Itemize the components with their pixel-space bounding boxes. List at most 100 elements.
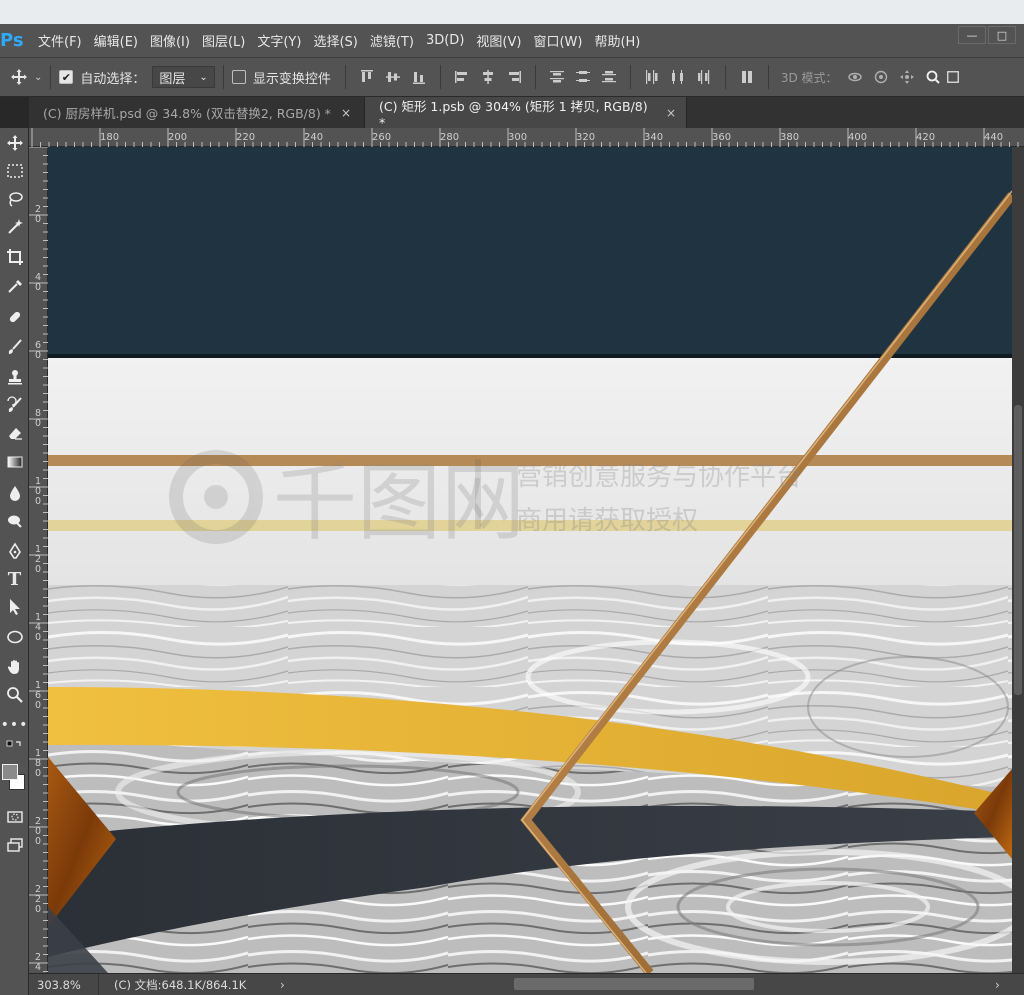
dodge-tool-icon[interactable] [0, 508, 29, 534]
ruler-label: 200 [168, 132, 188, 143]
ruler-label: 40 [34, 272, 42, 293]
menu-help[interactable]: 帮助(H) [588, 24, 646, 57]
workspace-icon[interactable] [946, 57, 960, 97]
align-hcenter-icon[interactable] [475, 57, 501, 97]
scroll-right-arrow[interactable]: › [995, 974, 1000, 995]
search-icon[interactable] [920, 57, 946, 97]
menu-window[interactable]: 窗口(W) [527, 24, 588, 57]
ruler-label: 140 [34, 612, 42, 643]
distribute-bottom-icon[interactable] [596, 57, 622, 97]
watermark-line1: 营销创意服务与协作平台 [516, 462, 802, 492]
ruler-label: 420 [916, 132, 936, 143]
zoom-level[interactable]: 303.8% [29, 974, 99, 995]
ruler-label: 300 [508, 132, 528, 143]
menu-layer[interactable]: 图层(L) [196, 24, 251, 57]
document-canvas[interactable]: 千图网 营销创意服务与协作平台 商用请获取授权 [48, 147, 1012, 973]
watermark-logo: 千图网 [273, 454, 525, 552]
ruler-label: 280 [440, 132, 460, 143]
menu-image[interactable]: 图像(I) [144, 24, 196, 57]
align-top-icon[interactable] [354, 57, 380, 97]
maximize-button[interactable]: □ [988, 26, 1016, 44]
path-selection-icon[interactable] [0, 594, 29, 620]
close-icon[interactable]: × [341, 106, 351, 120]
blur-tool-icon[interactable] [0, 480, 29, 506]
horizontal-scrollbar-thumb[interactable] [514, 978, 754, 990]
distribute-right-icon[interactable] [691, 57, 717, 97]
tab-rectangle-1[interactable]: (C) 矩形 1.psb @ 304% (矩形 1 拷贝, RGB/8) * × [365, 97, 687, 130]
status-menu-arrow[interactable]: › [280, 974, 285, 995]
magic-wand-icon[interactable] [0, 214, 29, 240]
scrollbar-thumb[interactable] [1014, 405, 1022, 695]
eraser-icon[interactable] [0, 420, 29, 446]
default-colors-icon[interactable] [0, 740, 29, 752]
more-tools-icon[interactable]: ••• [0, 712, 29, 738]
align-vcenter-icon[interactable] [380, 57, 406, 97]
foreground-color-swatch[interactable] [2, 764, 18, 780]
align-left-icon[interactable] [449, 57, 475, 97]
tab-kitchen-mockup[interactable]: (C) 厨房样机.psd @ 34.8% (双击替换2, RGB/8) * × [29, 97, 365, 128]
eyedropper-icon[interactable] [0, 274, 29, 300]
crop-tool-icon[interactable] [0, 244, 29, 270]
vertical-ruler: 20 40 60 80 100 120 140 160 180 200 220 … [29, 147, 48, 983]
ruler-label: 380 [780, 132, 800, 143]
menu-view[interactable]: 视图(V) [470, 24, 527, 57]
distribute-left-icon[interactable] [639, 57, 665, 97]
menu-edit[interactable]: 编辑(E) [88, 24, 144, 57]
divider [222, 65, 224, 89]
ruler-label: 340 [644, 132, 664, 143]
move-tool-icon[interactable] [0, 130, 29, 156]
lasso-tool-icon[interactable] [0, 186, 29, 212]
ruler-label: 360 [712, 132, 732, 143]
menu-3d[interactable]: 3D(D) [420, 24, 470, 57]
minimize-button[interactable]: — [958, 26, 986, 44]
auto-select-checkbox[interactable]: ✔ [59, 70, 74, 84]
ruler-label: 240 [304, 132, 324, 143]
ruler-label: 260 [372, 132, 392, 143]
close-icon[interactable]: × [666, 106, 676, 120]
move-tool-icon [11, 69, 27, 85]
clone-stamp-icon[interactable] [0, 364, 29, 390]
ruler-label: 220 [34, 884, 42, 915]
ruler-label: 180 [100, 132, 120, 143]
ruler-label: 60 [34, 340, 42, 361]
pen-tool-icon[interactable] [0, 538, 29, 564]
tools-panel: T ••• [0, 128, 29, 995]
3d-pan-icon[interactable] [894, 57, 920, 97]
align-right-icon[interactable] [501, 57, 527, 97]
move-tool-preset[interactable]: ⌄ [0, 57, 42, 97]
gradient-tool-icon[interactable] [0, 449, 29, 475]
tab-label: (C) 矩形 1.psb @ 304% (矩形 1 拷贝, RGB/8) * [379, 98, 648, 130]
history-brush-icon[interactable] [0, 392, 29, 418]
ruler-label: 400 [848, 132, 868, 143]
3d-roll-icon[interactable] [868, 57, 894, 97]
distribute-top-icon[interactable] [544, 57, 570, 97]
hand-tool-icon[interactable] [0, 654, 29, 680]
menu-type[interactable]: 文字(Y) [251, 24, 307, 57]
auto-align-icon[interactable] [734, 57, 760, 97]
color-swatches[interactable] [0, 758, 29, 798]
distribute-vcenter-icon[interactable] [570, 57, 596, 97]
brush-tool-icon[interactable] [0, 334, 29, 360]
healing-brush-icon[interactable] [0, 304, 29, 330]
photoshop-logo-icon: Ps [0, 30, 24, 51]
distribute-hcenter-icon[interactable] [665, 57, 691, 97]
ruler-label: 120 [34, 544, 42, 575]
show-transform-checkbox[interactable] [231, 70, 246, 84]
quick-mask-icon[interactable] [0, 804, 29, 830]
divider [50, 65, 52, 89]
ellipse-tool-icon[interactable] [0, 624, 29, 650]
type-tool-icon[interactable]: T [0, 566, 29, 592]
vertical-scrollbar[interactable] [1012, 147, 1024, 973]
menu-file[interactable]: 文件(F) [32, 24, 88, 57]
3d-orbit-icon[interactable] [842, 57, 868, 97]
menu-select[interactable]: 选择(S) [307, 24, 363, 57]
zoom-tool-icon[interactable] [0, 682, 29, 708]
auto-select-dropdown[interactable]: 图层 ⌄ [152, 66, 215, 88]
chevron-down-icon: ⌄ [199, 71, 208, 83]
align-bottom-icon[interactable] [406, 57, 432, 97]
menu-filter[interactable]: 滤镜(T) [364, 24, 420, 57]
marquee-tool-icon[interactable] [0, 158, 29, 184]
screen-mode-icon[interactable] [0, 832, 29, 858]
ruler-label: 20 [34, 204, 42, 225]
3d-mode-label: 3D 模式： [780, 70, 838, 85]
